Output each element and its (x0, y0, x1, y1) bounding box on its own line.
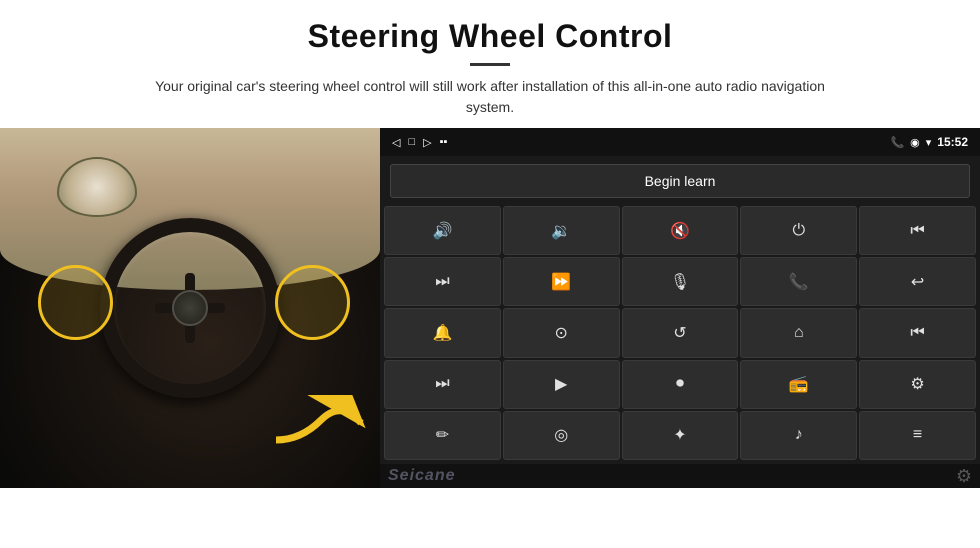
phone-icon: 📞 (890, 136, 904, 149)
power-button[interactable]: ⏻ (740, 206, 857, 255)
android-ui: ◁ □ ▷ ▪▪ 📞 ◉ ▾ 15:52 Begin learn 🔊 (380, 128, 980, 488)
next-button[interactable]: ⏭ (384, 257, 501, 306)
nav-button[interactable]: ▶ (503, 360, 620, 409)
wifi-icon: ▾ (926, 136, 932, 149)
equalizer-button[interactable]: ⚙ (859, 360, 976, 409)
home-button[interactable]: ⌂ (740, 308, 857, 357)
tuner-button[interactable]: 📻 (740, 360, 857, 409)
recents-nav-icon[interactable]: ▷ (423, 136, 431, 149)
prev-track-button[interactable]: ⏮ (859, 308, 976, 357)
page-title: Steering Wheel Control (60, 18, 920, 55)
time-display: 15:52 (937, 135, 968, 149)
360-camera-button[interactable]: ⊙ (503, 308, 620, 357)
car-image (0, 128, 380, 488)
sw-center (172, 290, 208, 326)
begin-learn-row: Begin learn (380, 156, 980, 204)
hangup-button[interactable]: ↩ (859, 257, 976, 306)
call-prev-button[interactable]: ⏮ (859, 206, 976, 255)
header-section: Steering Wheel Control Your original car… (0, 0, 980, 128)
watermark-row: Seicane ⚙ (380, 464, 980, 488)
statusbar-left: ◁ □ ▷ ▪▪ (392, 136, 447, 149)
highlight-circle-left (38, 265, 113, 340)
radio-button[interactable]: ⏺ (622, 360, 739, 409)
mode-button[interactable]: ◎ (503, 411, 620, 460)
back-button[interactable]: ↺ (622, 308, 739, 357)
statusbar-right: 📞 ◉ ▾ 15:52 (890, 135, 968, 149)
mute-button[interactable]: 🔇 (622, 206, 739, 255)
mic-button[interactable]: 🎙 (622, 257, 739, 306)
yellow-arrow (271, 395, 361, 445)
vol-up-button[interactable]: 🔊 (384, 206, 501, 255)
spectrum-button[interactable]: ≡ (859, 411, 976, 460)
content-area: ◁ □ ▷ ▪▪ 📞 ◉ ▾ 15:52 Begin learn 🔊 (0, 128, 980, 548)
begin-learn-button[interactable]: Begin learn (390, 164, 970, 198)
ff-next-button[interactable]: ⏩ (503, 257, 620, 306)
call-button[interactable]: 📞 (740, 257, 857, 306)
sw-rim (100, 218, 280, 398)
back-nav-icon[interactable]: ◁ (392, 136, 400, 149)
location-icon: ◉ (910, 136, 920, 149)
highlight-circle-right (275, 265, 350, 340)
settings-gear-icon[interactable]: ⚙ (956, 466, 972, 487)
music-button[interactable]: ♪ (740, 411, 857, 460)
steering-wheel (100, 218, 280, 398)
statusbar: ◁ □ ▷ ▪▪ 📞 ◉ ▾ 15:52 (380, 128, 980, 156)
title-divider (470, 63, 510, 66)
subtitle: Your original car's steering wheel contr… (130, 76, 850, 118)
controls-grid: 🔊🔉🔇⏻⏮⏭⏩🎙📞↩🔔⊙↺⌂⏮⏭▶⏺📻⚙✏◎✦♪≡ (380, 204, 980, 464)
edit-button[interactable]: ✏ (384, 411, 501, 460)
signal-icon: ▪▪ (440, 136, 448, 148)
audio-src-button[interactable]: 🔔 (384, 308, 501, 357)
watermark-text: Seicane (388, 467, 455, 485)
fast-fwd-button[interactable]: ⏭ (384, 360, 501, 409)
page-container: Steering Wheel Control Your original car… (0, 0, 980, 548)
home-nav-icon[interactable]: □ (408, 136, 415, 148)
bluetooth-button[interactable]: ✦ (622, 411, 739, 460)
vol-down-button[interactable]: 🔉 (503, 206, 620, 255)
